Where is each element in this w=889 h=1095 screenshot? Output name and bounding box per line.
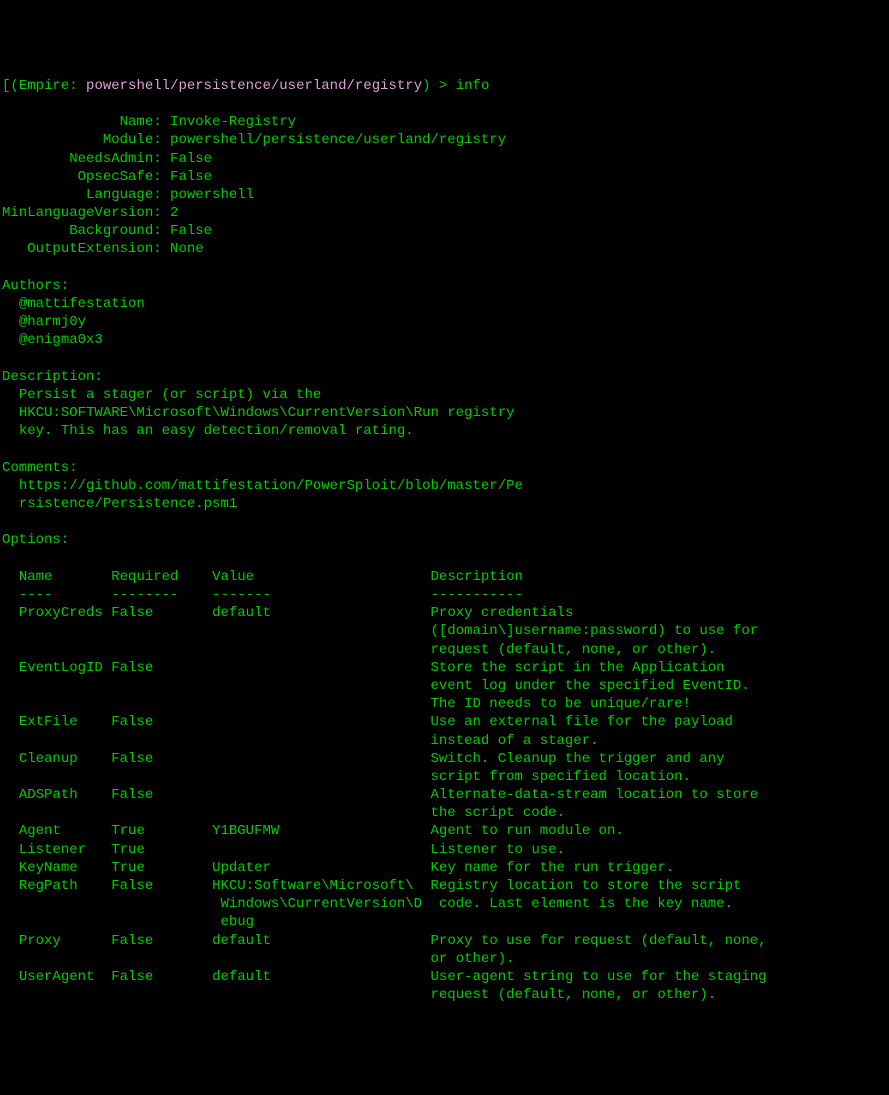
opt-listener-name: Listener [19,842,86,858]
opt-adspath-desc1: Alternate-data-stream location to store [431,787,759,803]
divider-2: -------- [111,587,178,603]
opt-extfile-req: False [111,714,153,730]
opt-proxycreds-val: default [212,605,271,621]
opt-proxycreds-desc1: Proxy credentials [431,605,574,621]
meta-needsadmin-label: NeedsAdmin: [69,151,161,167]
meta-opsecsafe-label: OpsecSafe: [78,169,162,185]
prompt-colon: : [69,78,86,94]
opt-proxycreds-desc2: ([domain\]username:password) to use for [430,623,758,639]
opt-listener-req: True [111,842,145,858]
opt-regpath-val2: Windows\CurrentVersion\D [220,896,422,912]
meta-name-value: Invoke-Registry [170,114,296,130]
opt-listener-desc1: Listener to use. [431,842,565,858]
opt-eventlogid-req: False [111,660,153,676]
opt-eventlogid-desc1: Store the script in the Application [431,660,725,676]
authors-label: Authors: [2,278,69,294]
meta-background-label: Background: [69,223,161,239]
comments-line-1: https://github.com/mattifestation/PowerS… [19,478,523,494]
prompt-open: [( [2,78,19,94]
opt-proxy-desc2: or other). [430,951,514,967]
prompt-path: powershell/persistence/userland/registry [86,78,422,94]
prompt-arrow: > [431,78,456,94]
opt-keyname-desc1: Key name for the run trigger. [431,860,675,876]
opt-keyname-val: Updater [212,860,271,876]
opt-regpath-desc1: Registry location to store the script [431,878,742,894]
opt-proxy-val: default [212,933,271,949]
description-line-1: Persist a stager (or script) via the [19,387,321,403]
meta-module-label: Module: [103,132,162,148]
meta-outputext-label: OutputExtension: [27,241,161,257]
meta-minlang-value: 2 [170,205,178,221]
opt-useragent-val: default [212,969,271,985]
prompt-empire: Empire [19,78,69,94]
col-description: Description [431,569,523,585]
meta-opsecsafe-value: False [170,169,212,185]
opt-proxycreds-desc3: request (default, none, or other). [430,642,716,658]
meta-background-value: False [170,223,212,239]
terminal-output: [(Empire: powershell/persistence/userlan… [2,77,887,1005]
description-line-3: key. This has an easy detection/removal … [19,423,414,439]
opt-adspath-desc2: the script code. [430,805,564,821]
author-2: @harmj0y [19,314,86,330]
opt-useragent-desc2: request (default, none, or other). [430,987,716,1003]
opt-agent-name: Agent [19,823,61,839]
meta-name-label: Name: [120,114,162,130]
opt-regpath-desc2: code. Last element is the key name. [439,896,733,912]
opt-cleanup-name: Cleanup [19,751,78,767]
meta-module-value: powershell/persistence/userland/registry [170,132,506,148]
opt-agent-val: Y1BGUFMW [212,823,279,839]
opt-eventlogid-desc3: The ID needs to be unique/rare! [430,696,690,712]
options-label: Options: [2,532,69,548]
opt-proxycreds-name: ProxyCreds [19,605,103,621]
opt-agent-req: True [111,823,145,839]
opt-cleanup-desc2: script from specified location. [430,769,690,785]
col-required: Required [111,569,178,585]
opt-extfile-name: ExtFile [19,714,78,730]
opt-regpath-val1: HKCU:Software\Microsoft\ [212,878,414,894]
meta-minlang-label: MinLanguageVersion: [2,205,162,221]
comments-line-2: rsistence/Persistence.psm1 [19,496,237,512]
description-label: Description: [2,369,103,385]
opt-proxy-name: Proxy [19,933,61,949]
opt-proxycreds-req: False [111,605,153,621]
divider-1: ---- [19,587,53,603]
opt-regpath-req: False [111,878,153,894]
opt-regpath-val3: ebug [220,914,254,930]
opt-eventlogid-desc2: event log under the specified EventID. [430,678,749,694]
col-name: Name [19,569,53,585]
prompt-close: ) [422,78,430,94]
author-1: @mattifestation [19,296,145,312]
opt-proxy-req: False [111,933,153,949]
opt-cleanup-desc1: Switch. Cleanup the trigger and any [431,751,725,767]
opt-useragent-req: False [111,969,153,985]
opt-cleanup-req: False [111,751,153,767]
opt-adspath-req: False [111,787,153,803]
divider-3: ------- [212,587,271,603]
opt-useragent-name: UserAgent [19,969,95,985]
description-line-2: HKCU:SOFTWARE\Microsoft\Windows\CurrentV… [19,405,515,421]
col-value: Value [212,569,254,585]
opt-extfile-desc1: Use an external file for the payload [431,714,733,730]
meta-language-label: Language: [86,187,162,203]
opt-useragent-desc1: User-agent string to use for the staging [431,969,767,985]
meta-outputext-value: None [170,241,204,257]
command-input[interactable]: info [456,78,490,94]
opt-agent-desc1: Agent to run module on. [431,823,624,839]
opt-keyname-name: KeyName [19,860,78,876]
opt-proxy-desc1: Proxy to use for request (default, none, [431,933,767,949]
meta-language-value: powershell [170,187,254,203]
divider-4: ----------- [431,587,523,603]
opt-adspath-name: ADSPath [19,787,78,803]
opt-regpath-name: RegPath [19,878,78,894]
opt-keyname-req: True [111,860,145,876]
comments-label: Comments: [2,460,78,476]
opt-extfile-desc2: instead of a stager. [430,733,598,749]
opt-eventlogid-name: EventLogID [19,660,103,676]
meta-needsadmin-value: False [170,151,212,167]
author-3: @enigma0x3 [19,332,103,348]
